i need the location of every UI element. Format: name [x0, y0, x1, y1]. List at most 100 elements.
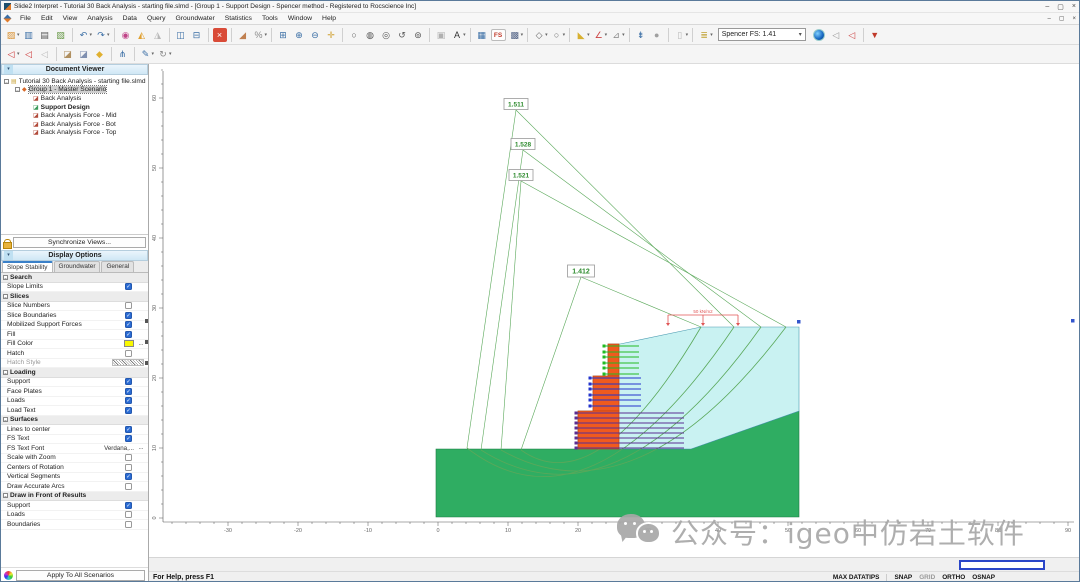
menu-help[interactable]: Help — [317, 14, 341, 23]
checkbox[interactable]: ✓ — [125, 283, 132, 291]
zoom-pan-icon[interactable]: ✛ — [324, 28, 338, 42]
menu-analysis[interactable]: Analysis — [82, 14, 117, 23]
zoom-magnify-icon[interactable]: ⊚ — [411, 28, 425, 42]
status-toggle-snap[interactable]: SNAP — [894, 574, 912, 581]
fs-method-combobox[interactable]: Spencer FS: 1.41 ▾ — [717, 28, 806, 41]
dropdown-arrow-icon[interactable]: ▾ — [90, 32, 93, 38]
collapse-icon[interactable]: – — [3, 274, 8, 280]
child-minimize-button[interactable]: – — [1047, 16, 1050, 22]
delete-tool-icon[interactable]: ▯ — [673, 28, 687, 42]
filter-funnel-icon[interactable]: ▼ — [868, 28, 882, 42]
checkbox[interactable]: ✓ — [125, 330, 132, 338]
menu-groundwater[interactable]: Groundwater — [170, 14, 219, 23]
option-centers-of-rotation[interactable]: Centers of Rotation — [1, 463, 148, 473]
ellipse-tool-icon[interactable]: ○ — [550, 28, 564, 42]
collapse-icon[interactable]: – — [3, 293, 8, 299]
checkbox[interactable]: ✓ — [125, 311, 132, 319]
copy-view-icon[interactable]: ▣ — [434, 28, 448, 42]
option-slice-boundaries[interactable]: Slice Boundaries ✓ — [1, 311, 148, 321]
redo-icon[interactable]: ↷ — [94, 28, 108, 42]
option-fill-color[interactable]: Fill Color... — [1, 340, 148, 349]
dropdown-arrow-icon[interactable]: ▾ — [17, 32, 20, 38]
tab-general[interactable]: General — [101, 261, 135, 272]
hatch-style-preview[interactable] — [112, 359, 144, 367]
option-vertical-segments[interactable]: Vertical Segments ✓ — [1, 473, 148, 482]
fs-label-tool-icon[interactable]: FS — [490, 28, 506, 41]
checkbox[interactable] — [125, 520, 132, 528]
dropdown-arrow-icon[interactable]: ▾ — [463, 32, 466, 38]
status-toggle-max-datatips[interactable]: MAX DATATIPS — [833, 574, 880, 581]
option-mobilized-support-forces[interactable]: Mobilized Support Forces ✓ — [1, 321, 148, 330]
draw-tool-icon[interactable]: ✎ — [139, 47, 153, 61]
more-button[interactable]: ... — [136, 445, 146, 451]
open-file-icon[interactable]: ▨ — [4, 28, 18, 42]
tree-item[interactable]: ◪ Back Analysis Force - Mid — [1, 111, 148, 120]
collapse-icon[interactable]: – — [3, 417, 8, 423]
child-close-button[interactable]: × — [1072, 16, 1076, 22]
text-tool-icon[interactable]: A — [450, 28, 464, 42]
tree-item[interactable]: ◪ Support Design — [1, 103, 148, 112]
checkbox[interactable]: ✓ — [125, 501, 132, 509]
print-icon[interactable]: ▤ — [38, 28, 52, 42]
query-marker-icon[interactable]: ◆ — [93, 47, 107, 61]
dropdown-arrow-icon[interactable]: ▾ — [521, 32, 524, 38]
checkbox[interactable]: ✓ — [125, 425, 132, 433]
tree-item[interactable]: – ◆ Group 1 - Master Scenario — [1, 85, 148, 95]
apply-all-scenarios-button[interactable]: Apply To All Scenarios — [16, 570, 145, 581]
collapse-icon[interactable]: – — [3, 493, 8, 499]
checkbox[interactable] — [125, 454, 132, 462]
show-slices-alt-icon[interactable]: ◪ — [77, 47, 91, 61]
checkbox[interactable]: ✓ — [125, 321, 132, 329]
maximize-button[interactable]: ▢ — [1057, 3, 1064, 11]
tab-slope-stability[interactable]: Slope Stability — [2, 261, 53, 272]
export-image-icon[interactable]: ▧ — [54, 28, 68, 42]
option-draw-accurate-arcs[interactable]: Draw Accurate Arcs — [1, 482, 148, 492]
delete-query-icon[interactable]: ◁ — [38, 47, 52, 61]
close-view-icon[interactable]: × — [212, 27, 227, 42]
option-hatch[interactable]: Hatch — [1, 349, 148, 359]
query-kite-outline-icon[interactable]: ◁ — [829, 28, 843, 42]
checkbox[interactable]: ✓ — [125, 378, 132, 386]
status-toggle-ortho[interactable]: ORTHO — [942, 574, 965, 581]
zoom-extents-icon[interactable]: ⊞ — [276, 28, 290, 42]
collapse-icon[interactable]: ▾ — [4, 251, 13, 260]
info-table-icon[interactable]: ▦ — [475, 28, 489, 42]
dropdown-arrow-icon[interactable]: ▾ — [605, 32, 608, 38]
angle-tool-icon[interactable]: ∠ — [592, 28, 606, 42]
checkbox[interactable]: ✓ — [125, 435, 132, 443]
option-load-text[interactable]: Load Text ✓ — [1, 406, 148, 416]
checkbox[interactable] — [125, 511, 132, 519]
menu-edit[interactable]: Edit — [36, 14, 58, 23]
contour-plot-off-icon[interactable]: ◮ — [151, 28, 165, 42]
dropdown-arrow-icon[interactable]: ▾ — [686, 32, 689, 38]
tree-item[interactable]: ◪ Back Analysis Force - Bot — [1, 120, 148, 129]
show-slices-icon[interactable]: ◪ — [61, 47, 75, 61]
polygon-tool-icon[interactable]: ◇ — [532, 28, 546, 42]
checkbox[interactable]: ✓ — [125, 387, 132, 395]
option-loads[interactable]: Loads — [1, 511, 148, 520]
option-fill[interactable]: Fill ✓ — [1, 330, 148, 340]
zoom-selected-icon[interactable]: ◎ — [379, 28, 393, 42]
option-lines-to-center[interactable]: Lines to center ✓ — [1, 425, 148, 435]
option-slice-numbers[interactable]: Slice Numbers — [1, 302, 148, 311]
checkbox[interactable]: ✓ — [125, 397, 132, 405]
checkbox[interactable] — [125, 302, 132, 310]
dimension-tool-icon[interactable]: ⊿ — [609, 28, 623, 42]
option-boundaries[interactable]: Boundaries — [1, 520, 148, 530]
query-kite-colored-icon[interactable]: ◁ — [845, 28, 859, 42]
flow-vectors-icon[interactable]: ⇟ — [634, 28, 648, 42]
checkbox[interactable]: ✓ — [125, 473, 132, 481]
zoom-in-icon[interactable]: ⊕ — [292, 28, 306, 42]
dropdown-arrow-icon[interactable]: ▾ — [710, 32, 713, 38]
support-force-plot-icon[interactable]: ⋔ — [116, 47, 130, 61]
color-swatch[interactable] — [124, 340, 134, 348]
tree-item[interactable]: – ▤ Tutorial 30 Back Analysis - starting f… — [1, 77, 148, 86]
dropdown-arrow-icon[interactable]: ▾ — [169, 51, 172, 57]
model-drawing[interactable]: 50 kN/m2 -30 -20 -10 0 10 20 30 40 50 60 70 80 90 60 50… — [149, 64, 1080, 557]
tab-groundwater[interactable]: Groundwater — [53, 261, 101, 272]
option-loads[interactable]: Loads ✓ — [1, 397, 148, 406]
synchronize-views-button[interactable]: Synchronize Views... — [13, 237, 146, 248]
menu-window[interactable]: Window — [283, 14, 317, 23]
option-face-plates[interactable]: Face Plates ✓ — [1, 387, 148, 397]
apply-properties-icon[interactable]: ↻ — [156, 47, 170, 61]
